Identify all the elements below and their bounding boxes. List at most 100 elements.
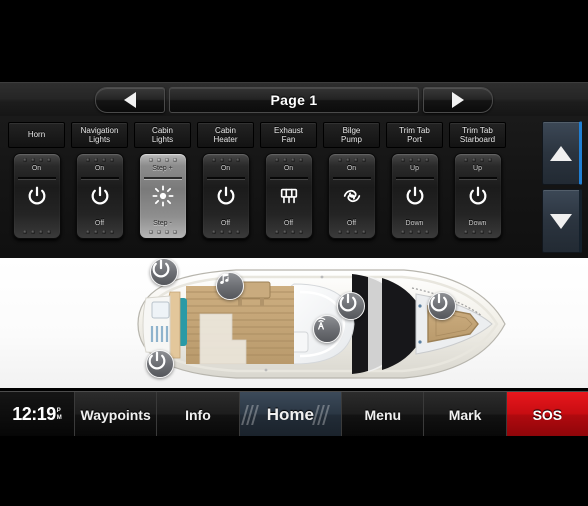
next-page-button[interactable] bbox=[423, 87, 493, 113]
switch-cabin-heater[interactable]: Cabin Heater On Off bbox=[197, 122, 254, 254]
switch-navigation-lights[interactable]: Navigation Lights On Off bbox=[71, 122, 128, 254]
switch-top-label: On bbox=[220, 165, 231, 172]
switch-label-line2: Starboard bbox=[459, 135, 496, 144]
clock-meridiem: P M bbox=[57, 408, 62, 421]
switch-leds-top bbox=[140, 158, 186, 162]
pin-antenna[interactable] bbox=[313, 315, 341, 351]
led-indicator bbox=[164, 158, 169, 162]
led-indicator bbox=[30, 158, 35, 162]
led-indicator bbox=[361, 158, 366, 162]
led-indicator bbox=[227, 230, 232, 234]
switch-rocker-cabin-lights[interactable]: Step + Step - bbox=[138, 153, 187, 239]
power-icon bbox=[428, 292, 454, 318]
power-icon bbox=[214, 184, 238, 208]
switch-rocker-trim-tab-port[interactable]: Up Down bbox=[390, 153, 439, 239]
nav-items: Waypoints Info Home Menu Mark SOS bbox=[75, 392, 588, 437]
switch-label-line1: Trim Tab bbox=[462, 125, 493, 135]
switch-label-line1: Trim Tab bbox=[399, 125, 430, 135]
switch-rocker-exhaust-fan[interactable]: On Off bbox=[264, 153, 313, 239]
nav-mark[interactable]: Mark bbox=[424, 392, 507, 437]
nav-info[interactable]: Info bbox=[157, 392, 240, 437]
scroll-down-button[interactable] bbox=[542, 189, 582, 253]
switch-leds-bottom bbox=[77, 230, 123, 234]
led-indicator bbox=[337, 158, 342, 162]
led-indicator bbox=[345, 158, 350, 162]
switch-bilge-pump[interactable]: Bilge Pump On Off bbox=[323, 122, 380, 254]
led-indicator bbox=[93, 158, 98, 162]
switch-rocker-cabin-heater[interactable]: On Off bbox=[201, 153, 250, 239]
led-indicator bbox=[463, 230, 468, 234]
led-indicator bbox=[416, 158, 421, 162]
led-indicator bbox=[274, 230, 279, 234]
pin-aft-deck-light[interactable] bbox=[150, 258, 178, 294]
pin-anchor-light[interactable] bbox=[428, 292, 456, 328]
switch-label-line2: Heater bbox=[213, 135, 238, 144]
pin-bow-light[interactable] bbox=[337, 292, 365, 328]
led-indicator bbox=[337, 230, 342, 234]
switch-divider bbox=[332, 177, 371, 179]
led-indicator bbox=[46, 158, 51, 162]
switch-rocker-trim-tab-starboard[interactable]: Up Down bbox=[453, 153, 502, 239]
digital-switching-panel: Horn On Navigation Lights On Off Cabin L… bbox=[0, 116, 588, 258]
nav-info-label: Info bbox=[185, 406, 211, 423]
switch-label-line2: Fan bbox=[281, 135, 296, 144]
led-indicator bbox=[416, 230, 421, 234]
letterbox-bottom bbox=[0, 436, 588, 506]
switch-label-line1: Cabin bbox=[152, 125, 173, 135]
vessel-diagram-panel[interactable] bbox=[0, 258, 588, 388]
switch-label-line2: Port bbox=[407, 135, 422, 144]
led-indicator bbox=[227, 158, 232, 162]
switch-scroll-controls bbox=[542, 116, 588, 258]
led-indicator bbox=[148, 158, 153, 162]
tab-accent-right bbox=[312, 392, 337, 437]
switch-trim-tab-starboard[interactable]: Trim Tab Starboard Up Down bbox=[449, 122, 506, 254]
pin-swim-platform-light[interactable] bbox=[146, 350, 174, 386]
switch-rocker-horn[interactable]: On bbox=[12, 153, 61, 239]
triangle-right-icon bbox=[452, 92, 464, 108]
switch-exhaust-fan[interactable]: Exhaust Fan On Off bbox=[260, 122, 317, 254]
scroll-up-button[interactable] bbox=[542, 121, 582, 185]
led-indicator bbox=[282, 230, 287, 234]
nav-menu[interactable]: Menu bbox=[342, 392, 425, 437]
pump-icon bbox=[340, 184, 364, 208]
switch-bottom-label: Down bbox=[468, 220, 487, 227]
switch-divider bbox=[269, 177, 308, 179]
previous-page-button[interactable] bbox=[95, 87, 165, 113]
led-indicator bbox=[219, 158, 224, 162]
switch-top-label: On bbox=[283, 165, 294, 172]
switch-cabin-lights[interactable]: Cabin Lights Step + Step - bbox=[134, 122, 191, 254]
switch-leds-top bbox=[455, 158, 501, 162]
switch-rocker-bilge-pump[interactable]: On Off bbox=[327, 153, 376, 239]
led-indicator bbox=[38, 158, 43, 162]
nav-sos-label: SOS bbox=[532, 406, 563, 423]
nav-waypoints[interactable]: Waypoints bbox=[75, 392, 158, 437]
led-indicator bbox=[172, 230, 177, 234]
switch-leds-top bbox=[329, 158, 375, 162]
power-icon bbox=[150, 258, 176, 284]
switch-horn[interactable]: Horn On bbox=[8, 122, 65, 254]
switch-top-label: On bbox=[346, 165, 357, 172]
led-indicator bbox=[85, 158, 90, 162]
nav-home[interactable]: Home bbox=[239, 392, 343, 437]
switch-trim-tab-port[interactable]: Trim Tab Port Up Down bbox=[386, 122, 443, 254]
switch-rocker-navigation-lights[interactable]: On Off bbox=[75, 153, 124, 239]
power-icon bbox=[88, 184, 112, 208]
bottom-navigation-bar: 12:19 P M Waypoints Info Home Menu Mark SOS bbox=[0, 391, 588, 437]
switch-divider bbox=[143, 177, 182, 179]
led-indicator bbox=[46, 230, 51, 234]
brightness-icon bbox=[151, 184, 175, 208]
led-indicator bbox=[22, 230, 27, 234]
pin-audio-zone[interactable] bbox=[216, 272, 244, 308]
switch-leds-bottom bbox=[392, 230, 438, 234]
clock-time: 12:19 bbox=[12, 404, 56, 424]
led-indicator bbox=[487, 158, 492, 162]
nav-sos[interactable]: SOS bbox=[506, 392, 588, 437]
switch-leds-top bbox=[203, 158, 249, 162]
switch-leds-bottom bbox=[140, 230, 186, 234]
triangle-down-icon bbox=[550, 213, 572, 229]
switch-leds-top bbox=[14, 158, 60, 162]
switch-label-line1: Navigation bbox=[80, 125, 119, 135]
led-indicator bbox=[424, 230, 429, 234]
led-indicator bbox=[22, 158, 27, 162]
led-indicator bbox=[109, 158, 114, 162]
